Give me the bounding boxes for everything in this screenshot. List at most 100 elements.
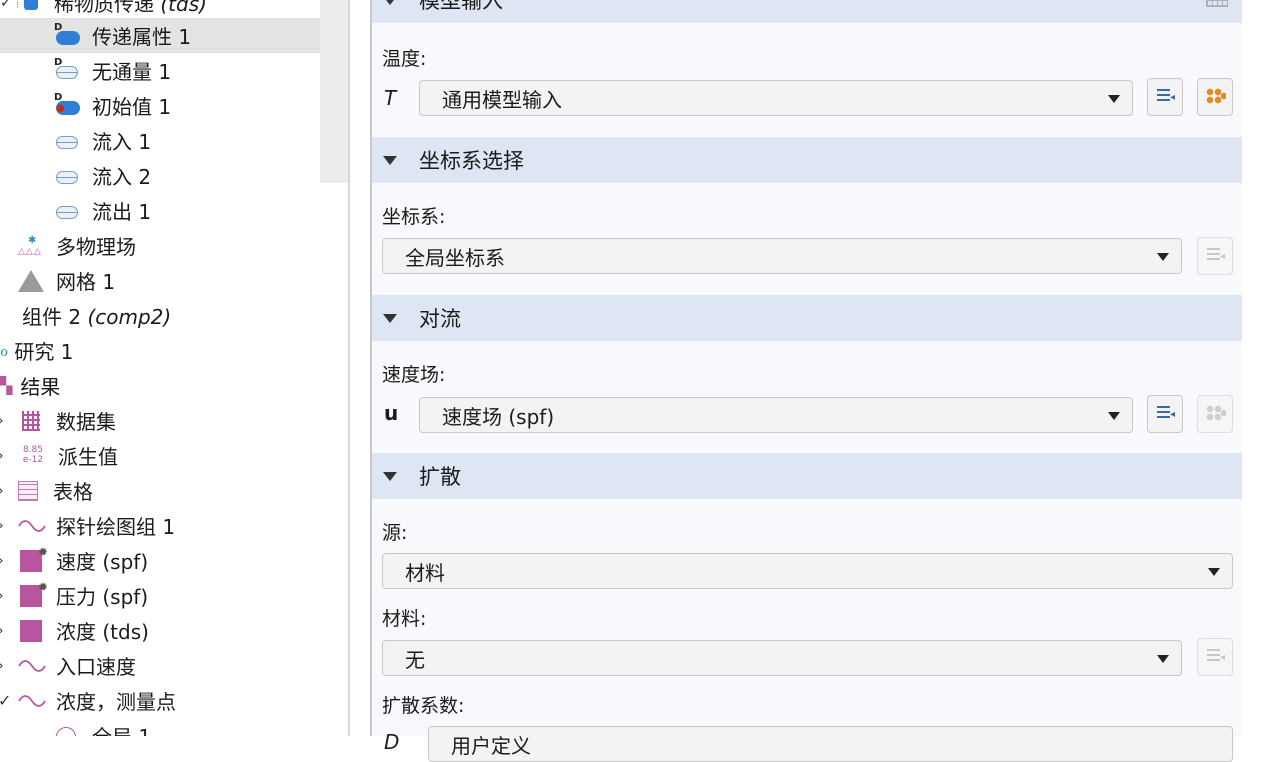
- tree-item-velocity-spf[interactable]: › ✹ 速度 (spf): [0, 543, 320, 578]
- tree-item-inflow-1[interactable]: 流入 1: [0, 123, 320, 158]
- tree-item-outflow-1[interactable]: 流出 1: [0, 193, 320, 228]
- derived-values-icon: 8.85 e-12: [22, 444, 44, 465]
- tree-item-global-1[interactable]: 全局 1: [0, 718, 320, 736]
- settings-panel: 模型输入 温度: T 通用模型输入 ◂ 坐标系选择 坐标系: 全局坐标系 ◂ 对…: [372, 0, 1242, 762]
- tree-item-mesh-1[interactable]: 网格 1: [0, 263, 320, 298]
- tree-item-inflow-2[interactable]: 流入 2: [0, 158, 320, 193]
- tree-item-label: 数据集: [56, 410, 116, 434]
- tree-item-multiphysics[interactable]: ✱ △△△ 多物理场: [0, 228, 320, 263]
- expand-chevron-icon[interactable]: ›: [0, 448, 4, 464]
- diffusion-coefficient-select[interactable]: 用户定义: [428, 726, 1233, 762]
- table-grid-icon[interactable]: [1206, 0, 1228, 7]
- velocity-field-select[interactable]: 速度场 (spf): [419, 397, 1133, 433]
- tree-item-label: 速度 (spf): [56, 550, 149, 574]
- source-select[interactable]: 材料: [382, 553, 1233, 589]
- plot-group-icon: ✹: [20, 580, 48, 607]
- material-select[interactable]: 无: [382, 640, 1182, 676]
- model-builder-tree: ✓ ⁝ 稀物质传递 (tds) D 传递属性 1 D 无通量 1 D ● 初始值 …: [0, 0, 320, 736]
- scrollbar-track[interactable]: [1242, 0, 1272, 736]
- create-model-input-button[interactable]: [1197, 78, 1233, 116]
- tree-item-study-1[interactable]: ℴ 研究 1: [0, 333, 320, 368]
- initial-values-icon: D ●: [54, 92, 80, 117]
- temperature-select[interactable]: 通用模型输入: [419, 80, 1133, 116]
- plot-group-icon: [20, 619, 42, 642]
- tree-item-inlet-velocity[interactable]: › 入口速度: [0, 648, 320, 683]
- boundary-condition-icon: [54, 130, 80, 152]
- tree-item-label: 浓度 (tds): [56, 620, 149, 644]
- tree-item-label: 传递属性 1: [92, 25, 192, 49]
- tree-item-label: 多物理场: [56, 235, 136, 259]
- tree-item-label: 派生值: [58, 445, 118, 469]
- expand-chevron-icon[interactable]: ›: [0, 553, 4, 569]
- plot-group-icon: ✹: [20, 545, 48, 572]
- temperature-label: 温度:: [382, 48, 427, 70]
- expand-chevron-icon[interactable]: ›: [0, 588, 4, 604]
- tree-item-probe-plot-group-1[interactable]: › 探针绘图组 1: [0, 508, 320, 543]
- tree-item-label: 表格: [53, 480, 93, 504]
- datasets-icon: [22, 410, 40, 431]
- section-header-convection[interactable]: 对流: [372, 295, 1242, 341]
- tree-item-results[interactable]: ▚ 结果: [0, 368, 320, 403]
- tree-item-concentration-tds[interactable]: › 浓度 (tds): [0, 613, 320, 648]
- collapse-chevron-icon[interactable]: ✓: [0, 691, 11, 710]
- source-value: 材料: [405, 560, 445, 585]
- boundary-condition-icon: [54, 200, 80, 222]
- go-to-source-button[interactable]: ◂: [1147, 395, 1183, 433]
- tree-item-label: 压力 (spf): [56, 585, 149, 609]
- model-input-icon: [1206, 88, 1226, 106]
- section-collapse-icon[interactable]: [383, 471, 397, 481]
- go-to-source-button[interactable]: ◂: [1197, 237, 1233, 275]
- section-title: 模型输入: [419, 0, 503, 13]
- section-header-diffusion[interactable]: 扩散: [372, 453, 1242, 499]
- coordinate-system-select[interactable]: 全局坐标系: [382, 238, 1182, 274]
- go-to-source-button[interactable]: ◂: [1197, 638, 1233, 676]
- expand-chevron-icon[interactable]: ›: [0, 483, 4, 499]
- expand-chevron-icon[interactable]: ›: [0, 623, 4, 639]
- boundary-condition-icon: [54, 165, 80, 187]
- tree-item-label: 流入 2: [92, 165, 152, 189]
- tree-item-label: 结果: [20, 375, 61, 399]
- section-title: 扩散: [419, 465, 461, 489]
- section-collapse-icon[interactable]: [383, 313, 397, 323]
- section-collapse-icon[interactable]: [383, 0, 397, 5]
- tree-item-initial-values[interactable]: D ● 初始值 1: [0, 88, 320, 123]
- tree-item-transport-diluted-species[interactable]: ✓ ⁝ 稀物质传递 (tds): [0, 0, 320, 20]
- model-input-icon: [1206, 405, 1226, 423]
- tree-item-derived-values[interactable]: › 8.85 e-12 派生值: [0, 438, 320, 473]
- tree-item-datasets[interactable]: › 数据集: [0, 403, 320, 438]
- gear-icon: ✹: [37, 544, 48, 559]
- material-label: 材料:: [382, 608, 427, 630]
- tree-item-label: 稀物质传递: [54, 0, 154, 16]
- go-to-source-icon: [1207, 649, 1220, 665]
- mesh-icon: [18, 269, 44, 292]
- tree-item-tag: (comp2): [87, 305, 172, 329]
- temperature-symbol: T: [384, 86, 397, 110]
- section-title: 对流: [419, 307, 461, 331]
- tree-item-transport-properties[interactable]: D 传递属性 1: [0, 18, 320, 53]
- section-header-model-input[interactable]: 模型输入: [372, 0, 1242, 23]
- create-model-input-button[interactable]: [1197, 395, 1233, 433]
- collapse-chevron-icon[interactable]: ✓: [0, 0, 12, 11]
- go-to-source-button[interactable]: ◂: [1147, 78, 1183, 116]
- velocity-field-label: 速度场:: [382, 364, 446, 386]
- expand-chevron-icon[interactable]: ›: [0, 518, 4, 534]
- multiphysics-icon: ✱ △△△: [18, 234, 42, 257]
- probe-plot-icon: [18, 690, 46, 712]
- velocity-symbol: u: [384, 401, 399, 425]
- chevron-down-icon: [1157, 655, 1169, 663]
- tree-item-tag: (tds): [160, 0, 207, 16]
- physics-interface-icon: ⁝: [16, 0, 42, 14]
- tree-item-label: 组件 2: [22, 305, 82, 329]
- tree-item-concentration-probe[interactable]: ✓ 浓度，测量点: [0, 683, 320, 718]
- tree-item-pressure-spf[interactable]: › ✹ 压力 (spf): [0, 578, 320, 613]
- section-header-coordinate-system[interactable]: 坐标系选择: [372, 137, 1242, 183]
- coordinate-system-label: 坐标系:: [382, 206, 446, 228]
- tables-icon: [18, 480, 38, 501]
- tree-item-no-flux[interactable]: D 无通量 1: [0, 53, 320, 88]
- expand-chevron-icon[interactable]: ›: [0, 413, 4, 429]
- section-collapse-icon[interactable]: [383, 155, 397, 165]
- tree-item-tables[interactable]: › 表格: [0, 473, 320, 508]
- expand-chevron-icon[interactable]: ›: [0, 658, 4, 674]
- tree-item-component-2[interactable]: 组件 2 (comp2): [0, 298, 320, 333]
- tree-item-label: 研究 1: [14, 340, 74, 364]
